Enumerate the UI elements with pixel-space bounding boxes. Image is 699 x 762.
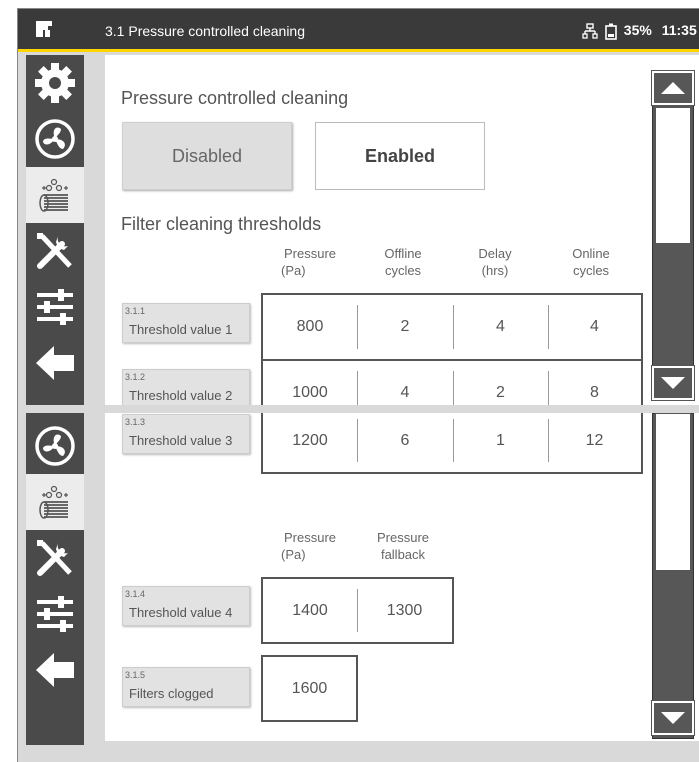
gear-icon: [35, 63, 75, 103]
threshold-3-delay[interactable]: 1: [453, 413, 548, 472]
page-title: 3.1 Pressure controlled cleaning: [105, 23, 306, 39]
threshold-1-online[interactable]: 4: [548, 295, 641, 359]
col-pressure-header-2: Pressure (Pa): [281, 530, 337, 562]
sidebar-top: [26, 55, 84, 405]
clock: 11:35: [661, 22, 697, 38]
network-icon: [582, 23, 598, 39]
fan-icon: [35, 426, 75, 466]
col-fallback-header: Pressure fallback: [376, 530, 430, 562]
sidebar-item-back[interactable]: [26, 335, 84, 391]
sliders-icon: [37, 596, 73, 632]
sidebar-item-tools[interactable]: [26, 223, 84, 279]
scroll-thumb[interactable]: [655, 413, 691, 571]
threshold-1-offline[interactable]: 2: [357, 295, 453, 359]
sidebar-item-filter-cleaning[interactable]: [26, 474, 84, 530]
threshold-4-label: 3.1.4 Threshold value 4: [122, 586, 250, 626]
threshold-2-offline[interactable]: 4: [357, 361, 453, 405]
sidebar-item-adjustments[interactable]: [26, 279, 84, 335]
sidebar-bottom: [26, 413, 84, 745]
scroll-down-button[interactable]: [651, 365, 695, 401]
back-arrow-icon: [36, 346, 74, 380]
threshold-2-label: 3.1.2 Threshold value 2: [122, 369, 250, 405]
section-title: Pressure controlled cleaning: [121, 88, 349, 108]
tools-icon: [37, 233, 72, 269]
sidebar-item-settings[interactable]: [26, 55, 84, 111]
filter-cleaning-icon: [39, 178, 68, 212]
threshold-1-label: 3.1.1 Threshold value 1: [122, 303, 250, 343]
title-bar: 3.1 Pressure controlled cleaning 35% 11:…: [18, 9, 699, 52]
threshold-2-online[interactable]: 8: [548, 361, 641, 405]
sidebar-item-adjustments[interactable]: [26, 586, 84, 642]
back-arrow-icon: [36, 653, 74, 687]
thresholds-title: Filter cleaning thresholds: [121, 214, 322, 234]
tools-icon: [37, 540, 72, 576]
sidebar-item-back[interactable]: [26, 642, 84, 698]
scrollbar-top: [650, 55, 699, 405]
sliders-icon: [37, 289, 73, 325]
threshold-4-table: 1400 1300: [261, 577, 454, 644]
threshold-1-delay[interactable]: 4: [453, 295, 548, 359]
threshold-4-pressure[interactable]: 1400: [263, 579, 357, 642]
battery-icon: [605, 23, 617, 40]
threshold-1-pressure[interactable]: 800: [263, 295, 357, 359]
threshold-3-pressure[interactable]: 1200: [263, 413, 357, 472]
filters-clogged-pressure[interactable]: 1600: [263, 657, 356, 720]
enabled-button[interactable]: Enabled: [315, 122, 485, 190]
scroll-down-button[interactable]: [651, 700, 695, 736]
app-frame: 3.1 Pressure controlled cleaning 35% 11:…: [17, 8, 699, 762]
col-pressure-header: Pressure (Pa): [281, 246, 337, 278]
status-area: 35% 11:35: [582, 22, 697, 40]
threshold-1-table: 800 2 4 4: [261, 293, 643, 361]
threshold-3-offline[interactable]: 6: [357, 413, 453, 472]
triangle-down-icon: [661, 712, 685, 724]
threshold-2-table: 1000 4 2 8: [261, 359, 643, 405]
sidebar-item-tools[interactable]: [26, 530, 84, 586]
main-panel-top: Pressure controlled cleaning Disabled En…: [105, 55, 650, 405]
threshold-3-label: 3.1.3 Threshold value 3: [122, 414, 250, 454]
filter-cleaning-icon: [39, 485, 68, 519]
scroll-thumb[interactable]: [655, 107, 691, 244]
threshold-2-delay[interactable]: 2: [453, 361, 548, 405]
col-delay-header: Delay (hrs): [478, 246, 512, 278]
sidebar-item-fan[interactable]: [26, 111, 84, 167]
threshold-3-online[interactable]: 12: [548, 413, 641, 472]
scrollbar-bottom: [650, 413, 699, 741]
col-offline-header: Offline cycles: [384, 246, 422, 278]
app-logo-icon: [36, 21, 52, 37]
triangle-down-icon: [661, 377, 685, 389]
sidebar-item-filter-cleaning[interactable]: [26, 167, 84, 223]
scroll-up-button[interactable]: [651, 70, 695, 106]
col-online-header: Online cycles: [572, 246, 610, 278]
fan-icon: [35, 119, 75, 159]
triangle-up-icon: [661, 82, 685, 94]
threshold-3-table: 1200 6 1 12: [261, 413, 643, 474]
filters-clogged-label: 3.1.5 Filters clogged: [122, 667, 250, 707]
battery-level: 35%: [623, 22, 652, 38]
main-panel-bottom: 3.1.3 Threshold value 3 1200 6 1 12 Pres…: [105, 413, 650, 741]
threshold-2-pressure[interactable]: 1000: [263, 361, 357, 405]
disabled-button[interactable]: Disabled: [122, 122, 292, 190]
filters-clogged-table: 1600: [261, 655, 358, 722]
sidebar-item-fan[interactable]: [26, 418, 84, 474]
threshold-4-fallback[interactable]: 1300: [357, 579, 452, 642]
